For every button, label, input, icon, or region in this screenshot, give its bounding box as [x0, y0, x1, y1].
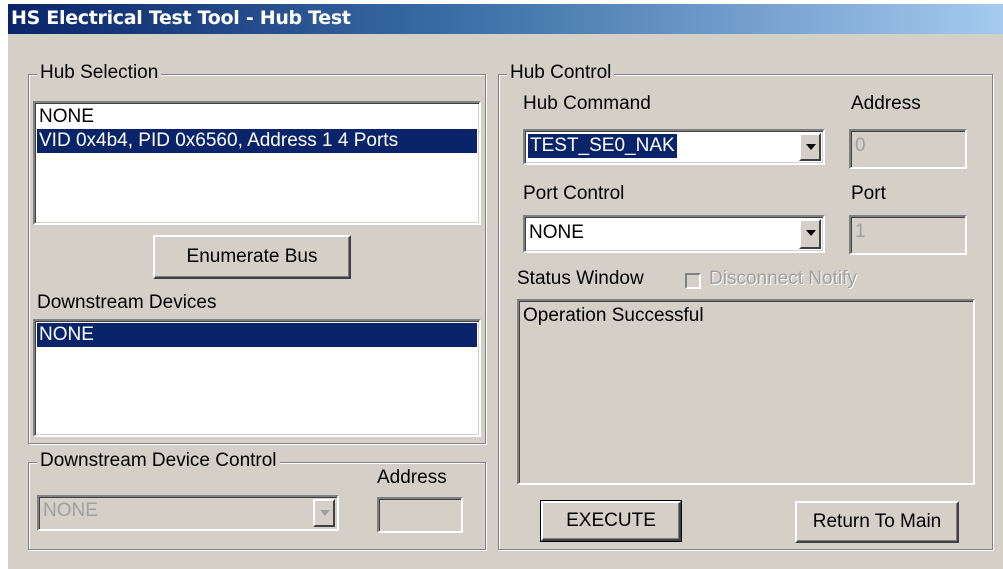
hub-list-item[interactable]: NONE	[37, 105, 477, 129]
hub-command-label: Hub Command	[523, 93, 651, 114]
hub-command-combo[interactable]: TEST_SE0_NAK	[523, 129, 825, 165]
hub-control-group: Hub Control Hub Command Address TEST_SE0…	[498, 63, 993, 550]
status-window-label: Status Window	[517, 268, 644, 289]
chevron-down-icon[interactable]	[799, 219, 821, 249]
port-label: Port	[851, 183, 886, 204]
downstream-device-list[interactable]: NONE	[33, 319, 481, 437]
window-title: HS Electrical Test Tool - Hub Test	[11, 7, 351, 29]
status-text: Operation Successful	[523, 305, 704, 326]
port-value: 1	[855, 221, 866, 242]
enumerate-bus-button[interactable]: Enumerate Bus	[153, 235, 351, 279]
downstream-list-item-selected[interactable]: NONE	[37, 323, 477, 347]
hub-address-label: Address	[851, 93, 921, 114]
port-field: 1	[849, 215, 967, 255]
title-bar[interactable]: HS Electrical Test Tool - Hub Test	[8, 4, 1003, 34]
disconnect-notify-label: Disconnect Notify	[709, 268, 857, 289]
downstream-device-value: NONE	[43, 500, 98, 521]
hub-control-legend: Hub Control	[507, 63, 615, 83]
return-to-main-button[interactable]: Return To Main	[795, 501, 959, 543]
hub-address-field: 0	[849, 129, 967, 169]
port-control-value: NONE	[529, 222, 584, 243]
chevron-down-icon[interactable]	[799, 133, 821, 161]
port-control-combo[interactable]: NONE	[523, 215, 825, 253]
hub-address-value: 0	[855, 135, 866, 156]
downstream-device-control-group: Downstream Device Control Address NONE	[28, 451, 486, 550]
downstream-address-label: Address	[377, 467, 447, 488]
port-control-label: Port Control	[523, 183, 625, 204]
hub-list[interactable]: NONE VID 0x4b4, PID 0x6560, Address 1 4 …	[33, 101, 481, 225]
hub-selection-group: Hub Selection NONE VID 0x4b4, PID 0x6560…	[28, 63, 486, 444]
hub-command-value: TEST_SE0_NAK	[528, 134, 677, 158]
hub-selection-legend: Hub Selection	[37, 63, 162, 83]
chevron-down-icon	[313, 499, 335, 527]
execute-button[interactable]: EXECUTE	[540, 500, 682, 542]
downstream-control-legend: Downstream Device Control	[37, 451, 280, 471]
downstream-device-combo: NONE	[37, 495, 339, 531]
hub-test-window: HS Electrical Test Tool - Hub Test Hub S…	[8, 4, 1003, 569]
status-window: Operation Successful	[517, 299, 975, 485]
disconnect-notify-checkbox	[685, 273, 701, 289]
hub-list-item-selected[interactable]: VID 0x4b4, PID 0x6560, Address 1 4 Ports	[37, 129, 477, 153]
downstream-devices-label: Downstream Devices	[37, 292, 217, 313]
downstream-address-field	[377, 497, 463, 533]
